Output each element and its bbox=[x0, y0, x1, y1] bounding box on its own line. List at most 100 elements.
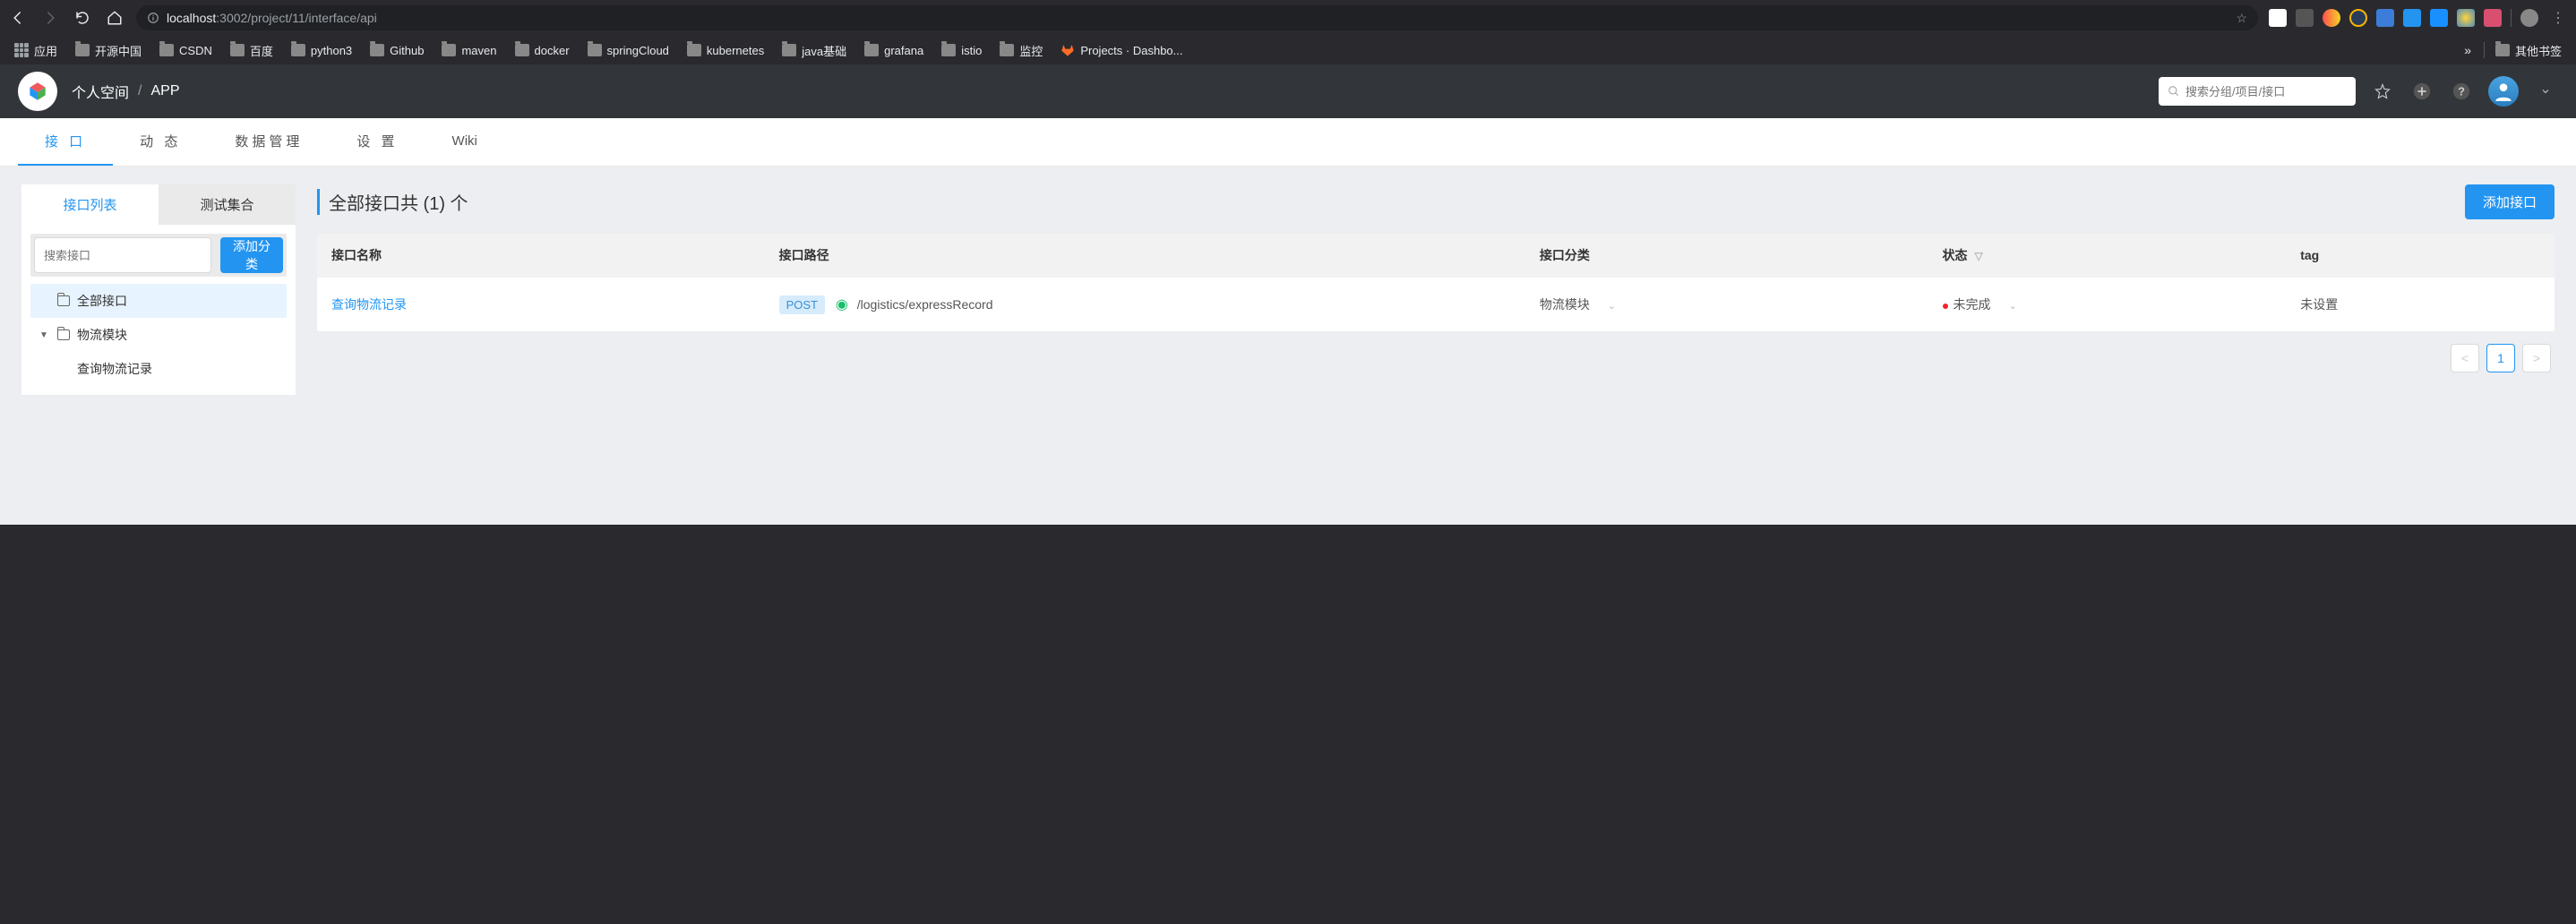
tree-api-item[interactable]: 查询物流记录 bbox=[30, 352, 287, 386]
breadcrumb-sep: / bbox=[138, 83, 142, 99]
breadcrumb-space[interactable]: 个人空间 bbox=[72, 81, 129, 102]
bookmark-item[interactable]: 开源中国 bbox=[68, 38, 149, 63]
info-icon bbox=[147, 12, 159, 24]
app-header: 个人空间 / APP ? bbox=[0, 64, 2576, 118]
main-tab[interactable]: 设 置 bbox=[330, 118, 425, 166]
star-button[interactable] bbox=[2370, 79, 2395, 104]
add-button[interactable] bbox=[2409, 79, 2434, 104]
bookmark-label: 百度 bbox=[250, 42, 273, 59]
filter-icon[interactable]: ▽ bbox=[1975, 250, 1983, 262]
add-category-button[interactable]: 添加分类 bbox=[220, 237, 283, 273]
page-number[interactable]: 1 bbox=[2486, 344, 2515, 372]
folder-icon bbox=[687, 44, 701, 56]
bookmark-item[interactable]: istio bbox=[934, 40, 989, 61]
bookmark-label: 监控 bbox=[1019, 42, 1043, 59]
chevron-down-icon: ⌄ bbox=[1608, 301, 1616, 312]
ext-icon-7[interactable] bbox=[2430, 9, 2448, 27]
bookmark-item[interactable]: 应用 bbox=[7, 38, 64, 63]
forward-button[interactable] bbox=[39, 7, 61, 29]
api-status-cell[interactable]: 未完成⌄ bbox=[1928, 277, 2287, 331]
user-menu-chevron[interactable] bbox=[2533, 79, 2558, 104]
folder-icon bbox=[941, 44, 956, 56]
page-prev[interactable]: < bbox=[2451, 344, 2479, 372]
profile-icon[interactable] bbox=[2520, 9, 2538, 27]
folder-icon bbox=[370, 44, 384, 56]
bookmark-label: java基础 bbox=[802, 42, 846, 59]
folder-icon bbox=[2495, 44, 2510, 56]
api-name-link[interactable]: 查询物流记录 bbox=[331, 297, 407, 312]
add-api-button[interactable]: 添加接口 bbox=[2465, 184, 2555, 219]
bookmark-item[interactable]: docker bbox=[508, 40, 577, 61]
user-avatar[interactable] bbox=[2488, 76, 2519, 107]
sidebar-search-input[interactable] bbox=[34, 237, 211, 273]
sidebar-tabs: 接口列表 测试集合 bbox=[21, 184, 296, 225]
api-table: 接口名称 接口路径 接口分类 状态▽ tag 查询物流记录 POST ◉ /lo… bbox=[317, 234, 2555, 331]
back-button[interactable] bbox=[7, 7, 29, 29]
bookmark-item[interactable]: CSDN bbox=[152, 40, 219, 61]
address-bar[interactable]: localhost:3002/project/11/interface/api … bbox=[136, 5, 2258, 30]
bookmark-item[interactable]: python3 bbox=[284, 40, 359, 61]
main-tab[interactable]: 数据管理 bbox=[208, 118, 330, 166]
bookmarks-overflow[interactable]: » bbox=[2455, 43, 2480, 57]
folder-icon bbox=[864, 44, 879, 56]
ext-icon-2[interactable] bbox=[2296, 9, 2314, 27]
main-tab[interactable]: Wiki bbox=[425, 118, 504, 166]
ext-icon-4[interactable] bbox=[2349, 9, 2367, 27]
bookmark-item[interactable]: springCloud bbox=[580, 40, 676, 61]
bookmark-star-icon[interactable]: ☆ bbox=[2236, 11, 2247, 26]
panel-title: 全部接口共 (1) 个 bbox=[317, 189, 468, 215]
bookmark-label: 开源中国 bbox=[95, 42, 142, 59]
content-area: 接口列表 测试集合 添加分类 全部接口 ▼ 物流模块 查 bbox=[0, 167, 2576, 525]
bookmark-item[interactable]: 百度 bbox=[223, 38, 280, 63]
folder-icon bbox=[1000, 44, 1014, 56]
bookmark-label: kubernetes bbox=[707, 44, 764, 57]
folder-icon bbox=[57, 295, 70, 306]
bookmark-item[interactable]: Projects · Dashbo... bbox=[1053, 39, 1189, 61]
bookmark-item[interactable]: 监控 bbox=[992, 38, 1050, 63]
ext-icon-9[interactable] bbox=[2484, 9, 2502, 27]
sidebar-tab-list[interactable]: 接口列表 bbox=[21, 184, 159, 225]
ext-icon-3[interactable] bbox=[2323, 9, 2340, 27]
ext-icon-5[interactable] bbox=[2376, 9, 2394, 27]
page-next[interactable]: > bbox=[2522, 344, 2551, 372]
main-tab[interactable]: 接 口 bbox=[18, 118, 113, 166]
bookmark-label: 应用 bbox=[34, 42, 57, 59]
ext-icon-1[interactable] bbox=[2269, 9, 2287, 27]
ext-icon-8[interactable] bbox=[2457, 9, 2475, 27]
bookmark-label: springCloud bbox=[607, 44, 669, 57]
folder-icon bbox=[515, 44, 529, 56]
folder-icon bbox=[782, 44, 796, 56]
reload-button[interactable] bbox=[72, 7, 93, 29]
folder-icon bbox=[159, 44, 174, 56]
app-logo[interactable] bbox=[18, 72, 57, 111]
bookmark-item[interactable]: maven bbox=[434, 40, 503, 61]
tree-label: 查询物流记录 bbox=[77, 360, 152, 378]
col-path: 接口路径 bbox=[765, 234, 1525, 277]
col-category: 接口分类 bbox=[1525, 234, 1928, 277]
extension-icons: ⋮ bbox=[2269, 7, 2569, 29]
home-button[interactable] bbox=[104, 7, 125, 29]
api-category-cell[interactable]: 物流模块⌄ bbox=[1525, 277, 1928, 331]
bookmark-item[interactable]: java基础 bbox=[775, 38, 854, 63]
main-tab[interactable]: 动 态 bbox=[113, 118, 208, 166]
other-bookmarks[interactable]: 其他书签 bbox=[2488, 38, 2569, 63]
api-tag: 未设置 bbox=[2286, 277, 2555, 331]
col-tag: tag bbox=[2286, 234, 2555, 277]
apps-icon bbox=[14, 43, 29, 57]
tree-all-apis[interactable]: 全部接口 bbox=[30, 284, 287, 318]
global-search[interactable] bbox=[2159, 77, 2356, 106]
menu-button[interactable]: ⋮ bbox=[2547, 7, 2569, 29]
ext-icon-6[interactable] bbox=[2403, 9, 2421, 27]
breadcrumb-app[interactable]: APP bbox=[150, 83, 179, 99]
tree-module[interactable]: ▼ 物流模块 bbox=[30, 318, 287, 352]
global-search-input[interactable] bbox=[2185, 85, 2347, 98]
folder-icon bbox=[442, 44, 456, 56]
breadcrumb: 个人空间 / APP bbox=[72, 81, 179, 102]
col-status[interactable]: 状态▽ bbox=[1928, 234, 2287, 277]
bookmark-item[interactable]: Github bbox=[363, 40, 431, 61]
help-button[interactable]: ? bbox=[2449, 79, 2474, 104]
sidebar-tab-test[interactable]: 测试集合 bbox=[159, 184, 296, 225]
sidebar-tree: 全部接口 ▼ 物流模块 查询物流记录 bbox=[30, 277, 287, 386]
bookmark-item[interactable]: kubernetes bbox=[680, 40, 771, 61]
bookmark-item[interactable]: grafana bbox=[857, 40, 931, 61]
